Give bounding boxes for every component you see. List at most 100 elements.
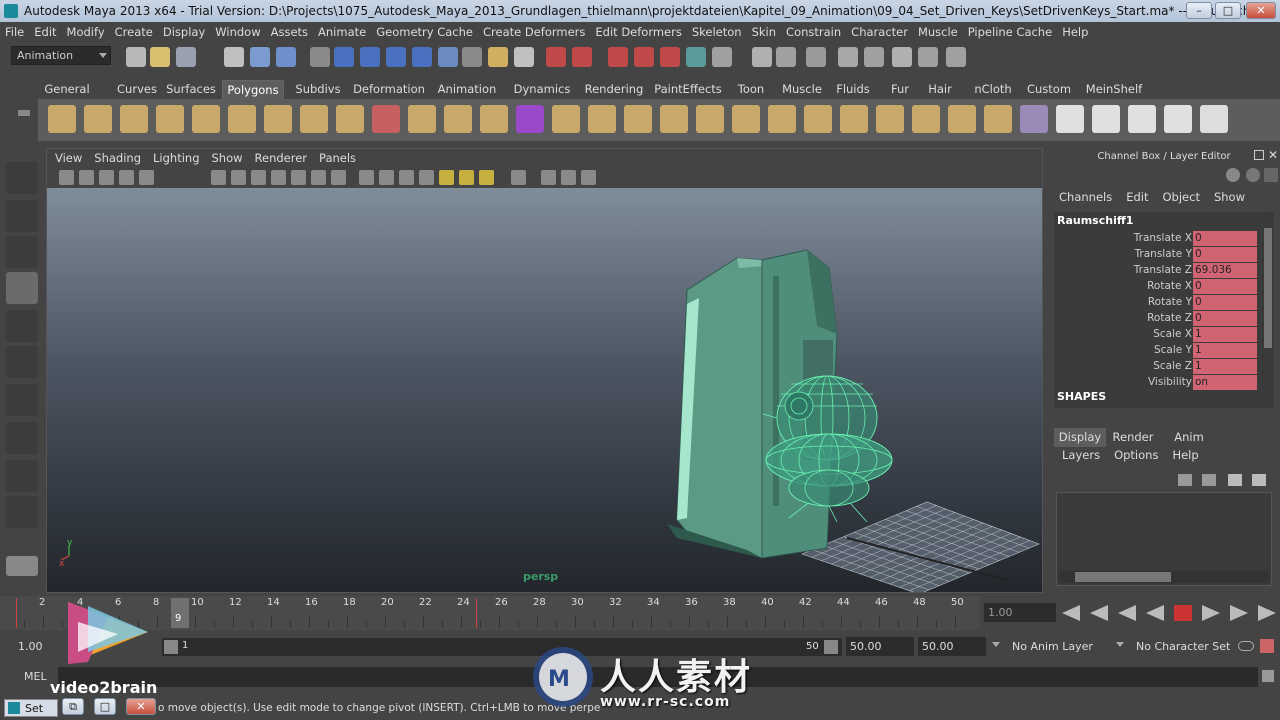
new-scene-icon[interactable] [126,47,146,67]
uv-editor-icon[interactable] [1200,105,1228,133]
anim-layer-dropdown[interactable]: No Anim Layer [1012,640,1093,653]
menu-muscle[interactable]: Muscle [913,22,963,42]
wireframe-on-shaded-icon[interactable] [399,170,414,185]
open-scene-icon[interactable] [150,47,170,67]
film-gate-icon[interactable] [231,170,246,185]
menu-skin[interactable]: Skin [747,22,781,42]
shelf-tab-animation[interactable]: Animation [432,80,502,99]
attribute-scrollbar[interactable] [1262,212,1274,408]
use-lights-icon[interactable] [439,170,454,185]
uv-cylindrical-icon[interactable] [1092,105,1120,133]
menu-skeleton[interactable]: Skeleton [687,22,747,42]
menu-window[interactable]: Window [210,22,265,42]
cloth-icon[interactable] [864,47,884,67]
script-editor-icon[interactable] [1262,670,1274,682]
new-layer-selected-icon[interactable] [1252,474,1266,486]
select-object-icon[interactable] [250,47,270,67]
insert-loop-icon[interactable] [696,105,724,133]
uv-planar-icon[interactable] [1056,105,1084,133]
layout-single-icon[interactable] [6,556,38,576]
attribute-value[interactable]: 0 [1193,311,1257,326]
shelf-tab-fur[interactable]: Fur [884,80,916,99]
hypershade-icon[interactable] [712,47,732,67]
batch-icon[interactable] [776,47,796,67]
shelf-tab-fluids[interactable]: Fluids [832,80,874,99]
offset-loop-icon[interactable] [732,105,760,133]
panel-menu-shading[interactable]: Shading [86,149,145,168]
two-d-pan-icon[interactable] [139,170,154,185]
bridge-icon[interactable] [588,105,616,133]
panel-menu-panels[interactable]: Panels [311,149,360,168]
menu-edit-deformers[interactable]: Edit Deformers [590,22,686,42]
attribute-value[interactable]: 0 [1193,295,1257,310]
shelf-tab-rendering[interactable]: Rendering [584,80,644,99]
character-set-dropdown[interactable]: No Character Set [1136,640,1230,653]
shelf-tab-surfaces[interactable]: Surfaces [164,80,218,99]
mask-toggle-icon[interactable] [310,47,330,67]
shelf-tab-polygons[interactable]: Polygons [222,80,284,99]
attribute-value[interactable]: 0 [1193,279,1257,294]
attribute-editor-toggle-icon[interactable] [1246,168,1260,182]
task-maximize-button[interactable]: □ [94,698,116,715]
close-button[interactable]: ✕ [1246,2,1276,19]
sculpt-icon[interactable] [1020,105,1048,133]
snap-grid-icon[interactable] [334,47,354,67]
go-to-start-icon[interactable] [1062,605,1080,621]
poly-plane-icon[interactable] [192,105,220,133]
paint-fx-icon[interactable] [806,47,826,67]
construction-history-icon[interactable] [514,47,534,67]
channel-menu-object[interactable]: Object [1163,190,1200,204]
range-slider-handle-end[interactable] [824,640,838,654]
layer-tab-anim[interactable]: Anim [1164,428,1214,447]
sculpt-icon[interactable] [838,47,858,67]
history-icon[interactable] [462,47,482,67]
shelf-tab-deformation[interactable]: Deformation [352,80,426,99]
attribute-row[interactable]: Translate X0 [1054,230,1264,246]
grid-toggle-icon[interactable] [211,170,226,185]
tool-settings-toggle-icon[interactable] [1264,168,1278,182]
menu-create-deformers[interactable]: Create Deformers [478,22,590,42]
layer-tab-display[interactable]: Display [1054,428,1106,447]
select-tool-icon[interactable] [6,162,38,194]
poly-torus-icon[interactable] [228,105,256,133]
image-plane-icon[interactable] [119,170,134,185]
camera-select-icon[interactable] [59,170,74,185]
attribute-value[interactable]: 1 [1193,327,1257,342]
menu-set-dropdown[interactable]: Animation [11,46,111,65]
save-scene-icon[interactable] [176,47,196,67]
char-set-arrow-icon[interactable] [1116,642,1124,647]
panel-close-icon[interactable]: ✕ [1268,148,1278,162]
attribute-row[interactable]: Rotate Z0 [1054,310,1264,326]
channel-menu-show[interactable]: Show [1214,190,1245,204]
poly-sphere-icon[interactable] [48,105,76,133]
poly-cone-icon[interactable] [156,105,184,133]
menu-constrain[interactable]: Constrain [781,22,846,42]
attribute-row[interactable]: Translate Z 69.036 [1054,262,1264,278]
attribute-row[interactable]: Scale X1 [1054,326,1264,342]
auto-key-icon[interactable] [1238,641,1254,651]
paint-select-icon[interactable] [6,236,38,268]
panel-menu-lighting[interactable]: Lighting [145,149,203,168]
textured-icon[interactable] [419,170,434,185]
shelf-tab-toon[interactable]: Toon [732,80,770,99]
menu-animate[interactable]: Animate [313,22,371,42]
ipr-render-icon[interactable] [660,47,680,67]
merge-icon[interactable] [768,105,796,133]
clipboard-icon[interactable] [946,47,966,67]
attribute-row[interactable]: Rotate X0 [1054,278,1264,294]
layer-menu-options[interactable]: Options [1114,448,1158,462]
taskbar-window-button[interactable]: Set [4,699,58,717]
stop-icon[interactable] [1174,605,1192,621]
boolean-icon[interactable] [480,105,508,133]
shelf-options-handle[interactable] [14,80,34,142]
attribute-value[interactable]: 1 [1193,343,1257,358]
render-settings-icon[interactable] [686,47,706,67]
fur-icon[interactable] [892,47,912,67]
step-back-key-icon[interactable] [1090,605,1108,621]
hair-icon[interactable] [918,47,938,67]
show-manipulator-icon[interactable] [6,460,38,492]
triangulate-icon[interactable] [948,105,976,133]
shelf-tab-hair[interactable]: Hair [922,80,958,99]
menu-geometry-cache[interactable]: Geometry Cache [371,22,478,42]
panel-menu-renderer[interactable]: Renderer [247,149,312,168]
